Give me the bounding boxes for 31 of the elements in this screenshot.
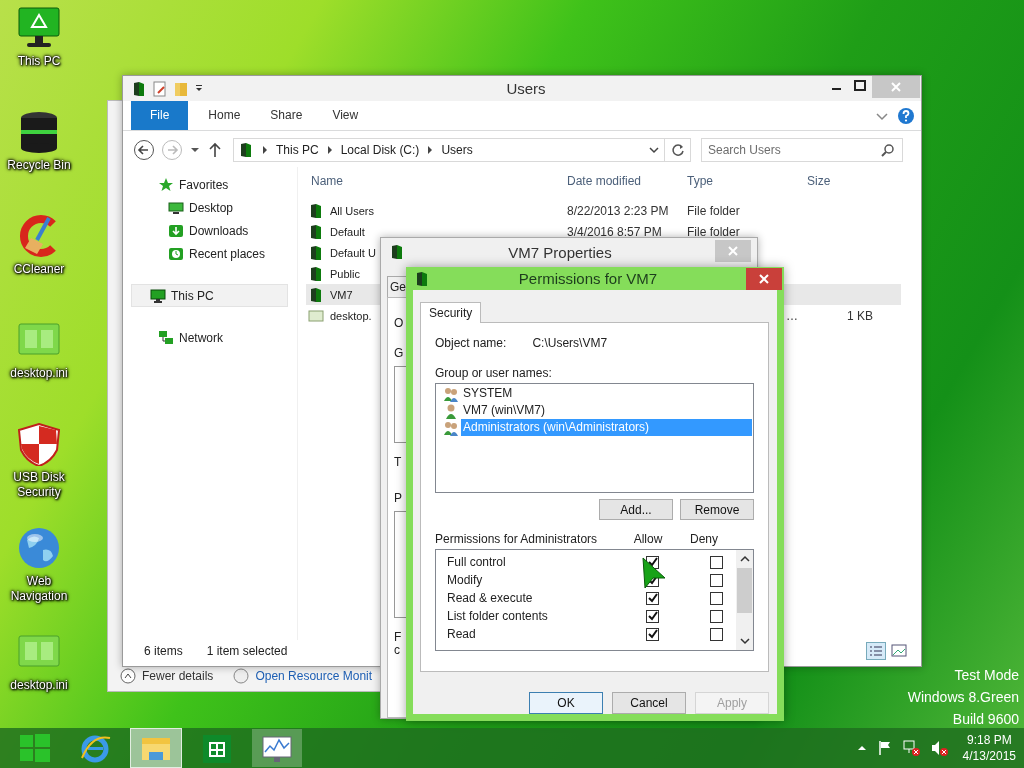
label-text: P bbox=[394, 491, 402, 507]
size-cell: 1 KB bbox=[847, 308, 873, 323]
field-label: Permissions for Administrators bbox=[435, 532, 599, 546]
dialog-title: VM7 Properties bbox=[507, 243, 613, 261]
field-label: Object name: bbox=[435, 336, 507, 350]
field-label: Group or user names: bbox=[435, 366, 553, 380]
field-value: C:\Users\VM7 bbox=[532, 336, 608, 350]
type-cell: File folder bbox=[687, 203, 740, 218]
label-text: F bbox=[394, 630, 402, 646]
permission-name: Full control bbox=[447, 555, 507, 569]
type-cell: … bbox=[786, 308, 798, 323]
dialog-title: Permissions for VM7 bbox=[517, 270, 659, 287]
system-notice-text: Test Mode bbox=[954, 666, 1019, 685]
permission-name: List folder contents bbox=[447, 609, 549, 623]
column-header: Allow bbox=[632, 532, 664, 546]
window-title: Users bbox=[505, 80, 547, 97]
permission-name: Read & execute bbox=[447, 591, 534, 605]
label-text: G bbox=[394, 346, 404, 362]
label-text: T bbox=[394, 455, 402, 471]
system-notice-text: Build 9600 bbox=[952, 710, 1019, 729]
label-text: c bbox=[394, 643, 400, 659]
date-cell: 8/22/2013 2:23 PM bbox=[567, 203, 669, 218]
type-cell: File folder bbox=[687, 224, 740, 239]
column-header: Deny bbox=[689, 532, 719, 546]
item-count: 6 items bbox=[144, 644, 183, 658]
system-notice-text: Windows 8.Green bbox=[907, 688, 1019, 707]
label-text: O bbox=[394, 316, 404, 332]
permission-name: Modify bbox=[447, 573, 484, 587]
permission-name: Read bbox=[447, 627, 477, 641]
selection-count: 1 item selected bbox=[206, 644, 288, 658]
date-cell: 3/4/2016 8:57 PM bbox=[567, 224, 662, 239]
